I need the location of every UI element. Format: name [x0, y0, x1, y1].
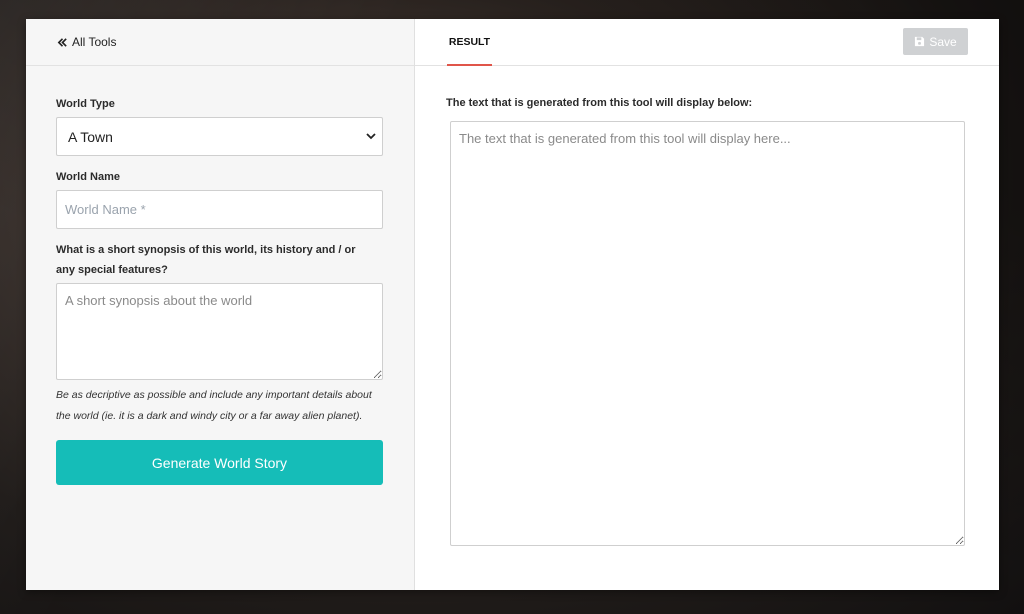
left-header: All Tools	[26, 19, 414, 66]
right-header: RESULT Save	[415, 19, 999, 66]
generate-world-story-button[interactable]: Generate World Story	[56, 440, 383, 485]
save-label: Save	[929, 34, 957, 49]
tool-panel: All Tools World Type A Town World Name W…	[26, 19, 999, 590]
world-name-label: World Name	[56, 171, 120, 183]
world-type-label: World Type	[56, 98, 115, 110]
floppy-disk-icon	[915, 36, 925, 47]
world-form: World Type A Town World Name What is a s…	[26, 66, 414, 485]
save-button[interactable]: Save	[903, 28, 968, 55]
world-type-select[interactable]: A Town	[56, 117, 383, 156]
double-chevron-left-icon	[57, 37, 67, 47]
tab-result[interactable]: RESULT	[447, 19, 492, 66]
synopsis-hint: Be as decriptive as possible and include…	[56, 389, 372, 422]
all-tools-link[interactable]: All Tools	[57, 35, 116, 49]
chevron-down-icon	[366, 133, 376, 140]
world-type-value: A Town	[68, 128, 113, 145]
result-textarea[interactable]	[450, 121, 965, 546]
result-column: RESULT Save The text that is generated f…	[415, 19, 999, 590]
world-name-input[interactable]	[56, 190, 383, 229]
input-column: All Tools World Type A Town World Name W…	[26, 19, 415, 590]
output-label: The text that is generated from this too…	[446, 97, 753, 109]
all-tools-label: All Tools	[72, 35, 117, 49]
synopsis-label: What is a short synopsis of this world, …	[56, 244, 356, 276]
synopsis-textarea[interactable]	[56, 283, 383, 380]
